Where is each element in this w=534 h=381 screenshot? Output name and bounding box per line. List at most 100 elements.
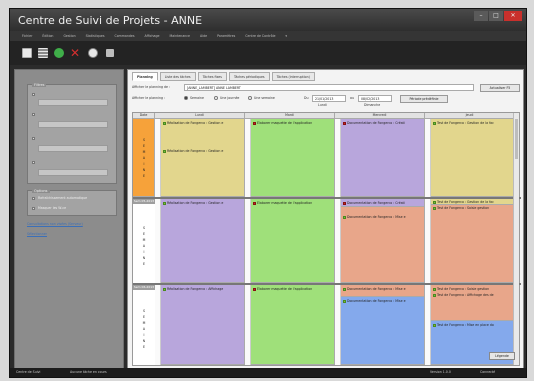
from-sublabel: Lundi bbox=[318, 103, 327, 107]
status-message: Aucune tâche en cours bbox=[70, 370, 107, 374]
cell-w1-tue[interactable] bbox=[251, 119, 335, 197]
tab-planning[interactable]: Planning bbox=[132, 72, 158, 81]
window-controls: – □ ✕ bbox=[474, 11, 522, 21]
menu-edition[interactable]: Édition bbox=[42, 34, 53, 38]
event-w3-mon[interactable]: Réalisation de Fongerco : Affichage bbox=[163, 287, 243, 291]
show-planning-label: Afficher le planning : bbox=[132, 96, 166, 100]
filter-field-3[interactable] bbox=[38, 145, 108, 152]
close-button[interactable]: ✕ bbox=[504, 11, 522, 21]
radio-one-week[interactable] bbox=[248, 96, 252, 100]
planning-owner-row: Afficher le planning de : [ANNE_LAMBERT]… bbox=[132, 84, 520, 93]
settings-icon[interactable] bbox=[106, 49, 114, 57]
menu-commandes[interactable]: Commandes bbox=[114, 34, 134, 38]
event-w2-wed-a[interactable]: Documentation de Fongerco : Créati bbox=[343, 201, 423, 205]
title-bar: Centre de Suivi de Projets - ANNE – □ ✕ bbox=[10, 9, 526, 31]
to-date-input[interactable]: 08/02/2013 bbox=[358, 95, 392, 102]
status-app: Centre de Suivi bbox=[16, 370, 41, 374]
filters-group-title: Filtres bbox=[32, 83, 47, 87]
menu-more[interactable]: ▾ bbox=[285, 34, 287, 38]
app-window: Centre de Suivi de Projets - ANNE – □ ✕ … bbox=[9, 8, 527, 378]
hide-weekend-checkbox[interactable] bbox=[32, 207, 35, 210]
event-w3-thu-c[interactable]: Test de Fongerco : Mise en place do bbox=[433, 323, 513, 327]
select-link[interactable]: Sélectionner bbox=[27, 232, 47, 236]
filter-checkbox-1[interactable] bbox=[32, 93, 35, 96]
grid-vertical-scrollbar[interactable] bbox=[513, 113, 519, 365]
cell-w2-mon[interactable] bbox=[161, 199, 245, 283]
minimize-button[interactable]: – bbox=[474, 11, 488, 21]
radio-one-day-label: Une journée bbox=[220, 96, 240, 100]
from-date-input[interactable]: 21/01/2013 bbox=[312, 95, 346, 102]
globe-icon[interactable] bbox=[88, 48, 98, 58]
radio-week-label: Semaine bbox=[190, 96, 204, 100]
tab-task-list[interactable]: Liste des tâches bbox=[159, 72, 196, 81]
event-w1-mon-b[interactable]: Réalisation de Fongerco : Gestion e bbox=[163, 149, 243, 153]
planning-owner-select[interactable]: [ANNE_LAMBERT] ANNE LAMBERT bbox=[184, 84, 474, 91]
event-w3-tue[interactable]: Élaborer maquette de l'application bbox=[253, 287, 333, 291]
filter-field-1[interactable] bbox=[38, 99, 108, 106]
cell-w1-wed[interactable] bbox=[341, 119, 425, 197]
filter-field-2[interactable] bbox=[38, 121, 108, 128]
menu-maintenance[interactable]: Maintenance bbox=[169, 34, 190, 38]
radio-week[interactable] bbox=[184, 96, 188, 100]
event-w1-thu[interactable]: Test de Fongerco : Gestion de la fac bbox=[433, 121, 513, 125]
cell-w3-tue[interactable] bbox=[251, 285, 335, 365]
planning-owner-label: Afficher le planning de : bbox=[132, 85, 171, 89]
filter-checkbox-3[interactable] bbox=[32, 137, 35, 140]
cell-w2-tue[interactable] bbox=[251, 199, 335, 283]
options-group-title: Options bbox=[32, 189, 50, 193]
menu-affichage[interactable]: Affichage bbox=[145, 34, 160, 38]
page-icon[interactable] bbox=[22, 48, 32, 58]
check-icon[interactable] bbox=[54, 48, 64, 58]
menu-gestion[interactable]: Gestion bbox=[63, 34, 75, 38]
unviewed-consultations-link[interactable]: Consultations non visées (Serveur) bbox=[27, 222, 83, 226]
event-w1-wed[interactable]: Documentation de Fongerco : Créati bbox=[343, 121, 423, 125]
planning-grid: Date Lundi Mardi Mercredi Jeudi S E M A … bbox=[132, 112, 521, 366]
menu-bar: Fichier Édition Gestion Statistiques Com… bbox=[10, 31, 526, 41]
scrollbar-thumb[interactable] bbox=[515, 119, 518, 159]
options-group: Options Rafraîchissement automatique Mas… bbox=[27, 189, 117, 216]
filter-checkbox-4[interactable] bbox=[32, 161, 35, 164]
auto-refresh-checkbox[interactable] bbox=[32, 197, 35, 200]
delete-x-icon[interactable]: ✕ bbox=[70, 47, 80, 59]
event-w2-wed-b[interactable]: Documentation de Fongerco : Mise e bbox=[343, 215, 423, 219]
event-w2-thu-a[interactable]: Test de Fongerco : Gestion de la fac bbox=[433, 200, 513, 204]
cell-w3-mon[interactable] bbox=[161, 285, 245, 365]
event-w1-tue[interactable]: Élaborer maquette de l'application bbox=[253, 121, 333, 125]
predefined-period-button[interactable]: Période prédéfinie bbox=[400, 95, 448, 103]
menu-centre-controle[interactable]: Centre de Contrôle bbox=[245, 34, 275, 38]
cell-w1-mon[interactable] bbox=[161, 119, 245, 197]
event-w2-tue[interactable]: Élaborer maquette de l'application bbox=[253, 201, 333, 205]
cell-w1-thu[interactable] bbox=[431, 119, 515, 197]
menu-fichier[interactable]: Fichier bbox=[22, 34, 32, 38]
legend-button[interactable]: Légende bbox=[489, 352, 515, 360]
menu-aide[interactable]: Aide bbox=[200, 34, 207, 38]
event-w3-wed-b[interactable]: Documentation de Fongerco : Mise e bbox=[343, 299, 423, 303]
cell-w3-wed[interactable] bbox=[341, 297, 425, 365]
radio-one-day[interactable] bbox=[214, 96, 218, 100]
event-w1-mon-a[interactable]: Réalisation de Fongerco : Gestion e bbox=[163, 121, 243, 125]
status-bar: Centre de Suivi Aucune tâche en cours Ve… bbox=[10, 368, 526, 377]
filter-field-4[interactable] bbox=[38, 169, 108, 176]
cell-w2-thu[interactable] bbox=[431, 205, 515, 283]
planning-options-row: Afficher le planning : Semaine Une journ… bbox=[132, 95, 520, 109]
event-w2-thu-b[interactable]: Test de Fongerco : Saisie gestion bbox=[433, 206, 513, 210]
maximize-button[interactable]: □ bbox=[489, 11, 503, 21]
event-w3-thu-a[interactable]: Test de Fongerco : Saisie gestion bbox=[433, 287, 513, 291]
week3-vertical-label: S E M A I N E bbox=[142, 309, 146, 349]
menu-statistiques[interactable]: Statistiques bbox=[86, 34, 105, 38]
status-connection: Connecté bbox=[480, 370, 496, 374]
left-panel: Filtres Options Rafraîchissement automat… bbox=[14, 69, 124, 369]
filter-checkbox-2[interactable] bbox=[32, 113, 35, 116]
from-label: Du bbox=[304, 96, 309, 100]
list-icon[interactable] bbox=[38, 48, 48, 58]
main-panel: Planning Liste des tâches Tâches fixes T… bbox=[127, 69, 524, 371]
event-w2-mon[interactable]: Réalisation de Fongerco : Gestion e bbox=[163, 201, 243, 205]
event-w3-wed-a[interactable]: Documentation de Fongerco : Mise e bbox=[343, 287, 423, 291]
tab-periodic-tasks[interactable]: Tâches périodiques bbox=[228, 72, 270, 81]
tab-fixed-tasks[interactable]: Tâches fixes bbox=[197, 72, 227, 81]
tab-interruption-tasks[interactable]: Tâches (interruption) bbox=[271, 72, 315, 81]
refresh-button[interactable]: Actualiser F5 bbox=[480, 84, 520, 92]
menu-parametres[interactable]: Paramètres bbox=[217, 34, 235, 38]
event-w3-thu-b[interactable]: Test de Fongerco : Affichage des de bbox=[433, 293, 513, 297]
to-label: au bbox=[350, 96, 354, 100]
